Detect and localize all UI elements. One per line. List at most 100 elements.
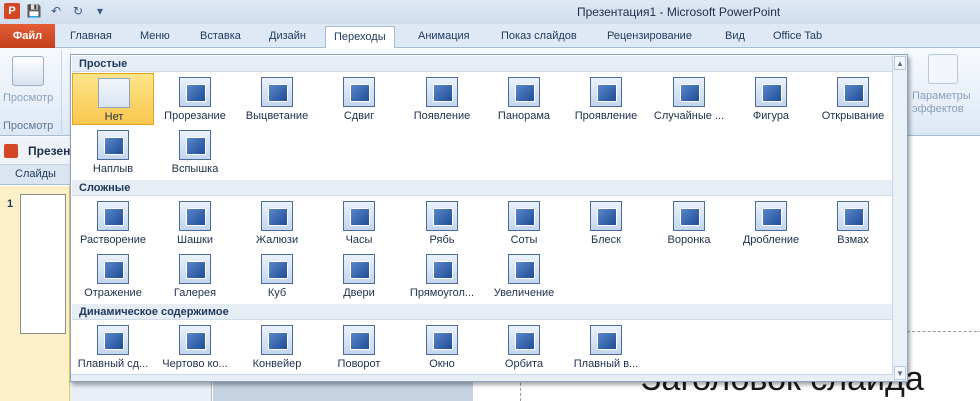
scroll-down-icon[interactable]: ▼ [894, 366, 906, 380]
transition-preview-icon [97, 201, 129, 231]
transition-label: Растворение [79, 234, 147, 246]
transition-label: Окно [429, 358, 455, 370]
transitions-gallery: ▲ ▼ Простые Нет Прорезание Выцветание Сдвиг П… [70, 54, 908, 382]
transition-item[interactable]: Чертово ко... [154, 321, 236, 373]
transition-label: Проявление [574, 110, 638, 122]
tab-menu[interactable]: Меню [132, 26, 178, 48]
transition-label: Блеск [591, 234, 621, 246]
transition-item[interactable]: Двери [318, 250, 400, 302]
transition-item[interactable]: Поворот [318, 321, 400, 373]
transition-preview-icon [261, 201, 293, 231]
transition-item[interactable]: Дробление [730, 197, 812, 249]
transition-preview-icon [261, 254, 293, 284]
slides-tab-label: Слайды [15, 168, 56, 180]
slide-thumbnail[interactable] [20, 194, 66, 334]
transition-label: Нет [104, 111, 124, 123]
ribbon-tab-bar: Файл Главная Меню Вставка Дизайн Переход… [0, 24, 980, 48]
transition-item[interactable]: Появление [401, 73, 483, 125]
transition-label: Соты [510, 234, 538, 246]
effect-options-group: Параметры эффектов [908, 50, 980, 134]
resize-grip[interactable] [71, 374, 893, 381]
transition-item[interactable]: Фигура [730, 73, 812, 125]
gallery-section-header: Динамическое содержимое [72, 304, 892, 320]
tab-slideshow[interactable]: Показ слайдов [493, 26, 585, 48]
gallery-scrollbar[interactable]: ▲ ▼ [892, 55, 907, 381]
transition-item[interactable]: Открывание [812, 73, 894, 125]
transition-label: Выцветание [245, 110, 309, 122]
save-icon[interactable]: 💾 [26, 3, 42, 19]
tab-office-tab[interactable]: Office Tab [765, 26, 830, 48]
transition-item[interactable]: Нет [72, 73, 154, 125]
transition-preview-icon [426, 201, 458, 231]
transition-label: Куб [267, 287, 287, 299]
transition-preview-icon [97, 325, 129, 355]
effect-options-icon[interactable] [928, 54, 958, 84]
slide-number: 1 [7, 198, 14, 210]
tab-insert[interactable]: Вставка [192, 26, 249, 48]
transition-label: Плавный в... [573, 358, 639, 370]
undo-icon[interactable]: ↶ [48, 3, 64, 19]
transition-item[interactable]: Плавный в... [565, 321, 647, 373]
transition-preview-icon [98, 78, 130, 108]
transition-item[interactable]: Галерея [154, 250, 236, 302]
transition-item[interactable]: Орбита [483, 321, 565, 373]
powerpoint-logo-icon[interactable]: P [4, 3, 20, 19]
transition-item[interactable]: Вспышка [154, 126, 236, 178]
quick-access-toolbar: P 💾 ↶ ↻ ▾ [4, 3, 108, 19]
tab-view[interactable]: Вид [717, 26, 753, 48]
transition-item[interactable]: Панорама [483, 73, 565, 125]
transition-preview-icon [508, 254, 540, 284]
tab-review[interactable]: Рецензирование [599, 26, 700, 48]
transition-item[interactable]: Проявление [565, 73, 647, 125]
document-tab[interactable]: Презен [28, 144, 70, 158]
tab-file[interactable]: Файл [0, 24, 55, 48]
transition-item[interactable]: Рябь [401, 197, 483, 249]
transition-label: Орбита [504, 358, 544, 370]
transition-item[interactable]: Взмах [812, 197, 894, 249]
scroll-up-icon[interactable]: ▲ [894, 56, 906, 70]
transition-item[interactable]: Выцветание [236, 73, 318, 125]
transition-item[interactable]: Прямоугол... [401, 250, 483, 302]
transition-item[interactable]: Конвейер [236, 321, 318, 373]
transition-item[interactable]: Воронка [648, 197, 730, 249]
transition-item[interactable]: Блеск [565, 197, 647, 249]
redo-icon[interactable]: ↻ [70, 3, 86, 19]
transition-preview-icon [837, 77, 869, 107]
transition-preview-icon [590, 325, 622, 355]
transition-item[interactable]: Растворение [72, 197, 154, 249]
transition-item[interactable]: Увеличение [483, 250, 565, 302]
tab-design[interactable]: Дизайн [261, 26, 314, 48]
transition-item[interactable]: Наплыв [72, 126, 154, 178]
transition-item[interactable]: Шашки [154, 197, 236, 249]
transition-preview-icon [508, 325, 540, 355]
preview-icon[interactable] [12, 56, 44, 86]
transition-item[interactable]: Часы [318, 197, 400, 249]
tab-transitions[interactable]: Переходы [325, 26, 395, 48]
transition-item[interactable]: Окно [401, 321, 483, 373]
preview-group: Просмотр Просмотр [0, 50, 62, 134]
transition-item[interactable]: Сдвиг [318, 73, 400, 125]
customize-icon[interactable]: ▾ [92, 3, 108, 19]
transition-label: Сдвиг [343, 110, 375, 122]
transition-item[interactable]: Прорезание [154, 73, 236, 125]
transition-label: Галерея [173, 287, 217, 299]
slides-tab[interactable]: Слайды [0, 165, 70, 185]
slide-thumbnail-row[interactable]: 1 [0, 186, 70, 401]
transition-label: Дробление [742, 234, 800, 246]
transition-item[interactable]: Куб [236, 250, 318, 302]
tab-home[interactable]: Главная [62, 26, 120, 48]
transition-label: Двери [343, 287, 375, 299]
transition-label: Появление [413, 110, 471, 122]
preview-button-label[interactable]: Просмотр [3, 92, 53, 104]
tab-animation[interactable]: Анимация [410, 26, 478, 48]
transition-preview-icon [179, 77, 211, 107]
transition-label: Прорезание [164, 110, 226, 122]
transition-item[interactable]: Соты [483, 197, 565, 249]
transition-item[interactable]: Случайные ... [648, 73, 730, 125]
transition-preview-icon [261, 325, 293, 355]
preview-group-label: Просмотр [3, 120, 54, 132]
transition-item[interactable]: Отражение [72, 250, 154, 302]
effect-options-label[interactable]: Параметры эффектов [912, 90, 980, 116]
transition-item[interactable]: Плавный сд... [72, 321, 154, 373]
transition-item[interactable]: Жалюзи [236, 197, 318, 249]
